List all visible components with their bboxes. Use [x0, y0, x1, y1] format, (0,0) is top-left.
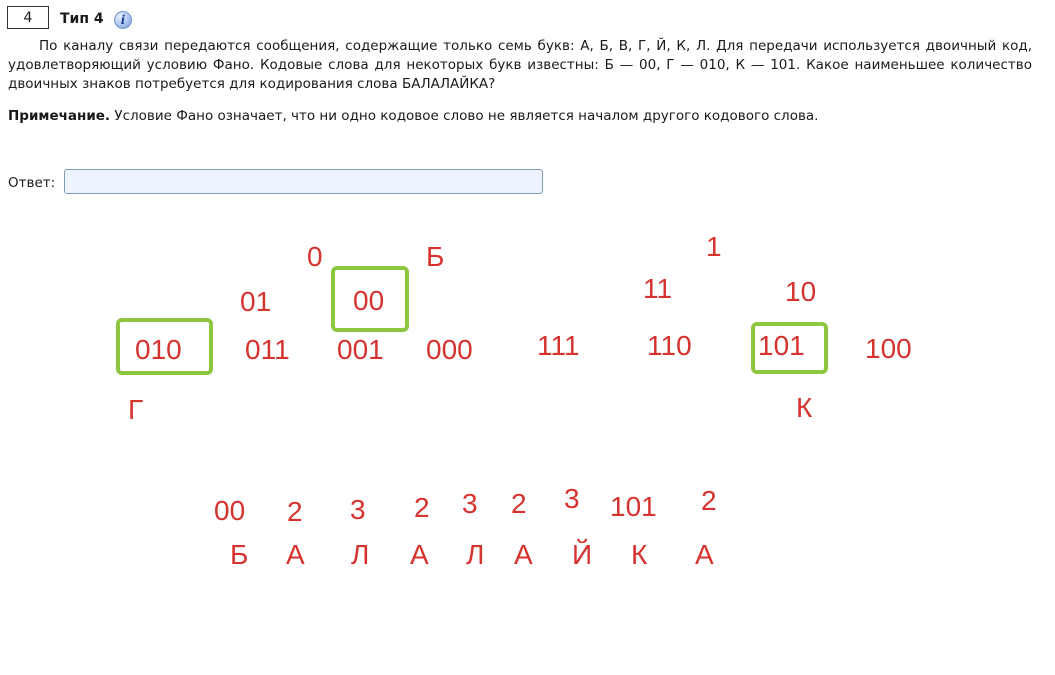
tree-node-100: 100 — [865, 333, 912, 364]
info-icon[interactable]: i — [114, 11, 132, 29]
word-letter-2: Л — [351, 539, 370, 570]
tree-letter-b: Б — [426, 241, 445, 272]
note-label: Примечание. — [8, 108, 111, 124]
word-letter-5: А — [514, 539, 533, 570]
word-letter-7: К — [631, 539, 648, 570]
tree-node-00: 00 — [353, 285, 385, 316]
tree-node-11: 11 — [643, 273, 673, 304]
answer-input[interactable] — [64, 169, 543, 194]
word-code-3: 2 — [414, 492, 430, 523]
word-code-8: 2 — [701, 485, 717, 516]
tree-node-10: 10 — [785, 276, 817, 307]
note-text: Условие Фано означает, что ни одно кодов… — [110, 108, 819, 124]
tree-node-000: 000 — [426, 334, 473, 365]
word-code-0: 00 — [214, 495, 246, 526]
answer-label: Ответ: — [8, 175, 56, 191]
problem-note: Примечание. Условие Фано означает, что н… — [8, 108, 818, 124]
tree-node-01: 01 — [240, 286, 272, 317]
word-code-5: 2 — [511, 488, 527, 519]
tree-letter-g: Г — [128, 394, 144, 425]
tree-node-1: 1 — [706, 231, 722, 262]
word-code-7: 101 — [610, 491, 657, 522]
tree-letter-k: К — [796, 392, 813, 423]
word-letter-0: Б — [230, 539, 249, 570]
tree-node-101: 101 — [758, 330, 805, 361]
tree-node-011: 011 — [245, 334, 290, 365]
task-number: 4 — [7, 6, 49, 29]
tree-node-001: 001 — [337, 334, 384, 365]
word-letter-8: А — [695, 539, 714, 570]
word-letter-4: Л — [466, 539, 485, 570]
tree-node-010: 010 — [135, 334, 182, 365]
word-code-1: 2 — [287, 496, 303, 527]
tree-node-110: 110 — [647, 330, 692, 361]
tree-node-111: 111 — [537, 330, 580, 361]
word-letter-1: А — [286, 539, 305, 570]
tree-node-0: 0 — [307, 241, 323, 272]
word-code-2: 3 — [350, 494, 366, 525]
task-type-title: Тип 4 — [60, 11, 104, 27]
word-code-4: 3 — [462, 488, 478, 519]
problem-text: По каналу связи передаются сообщения, со… — [8, 38, 1032, 92]
word-code-6: 3 — [564, 483, 580, 514]
word-letter-3: А — [410, 539, 429, 570]
word-letter-6: Й — [572, 539, 593, 570]
